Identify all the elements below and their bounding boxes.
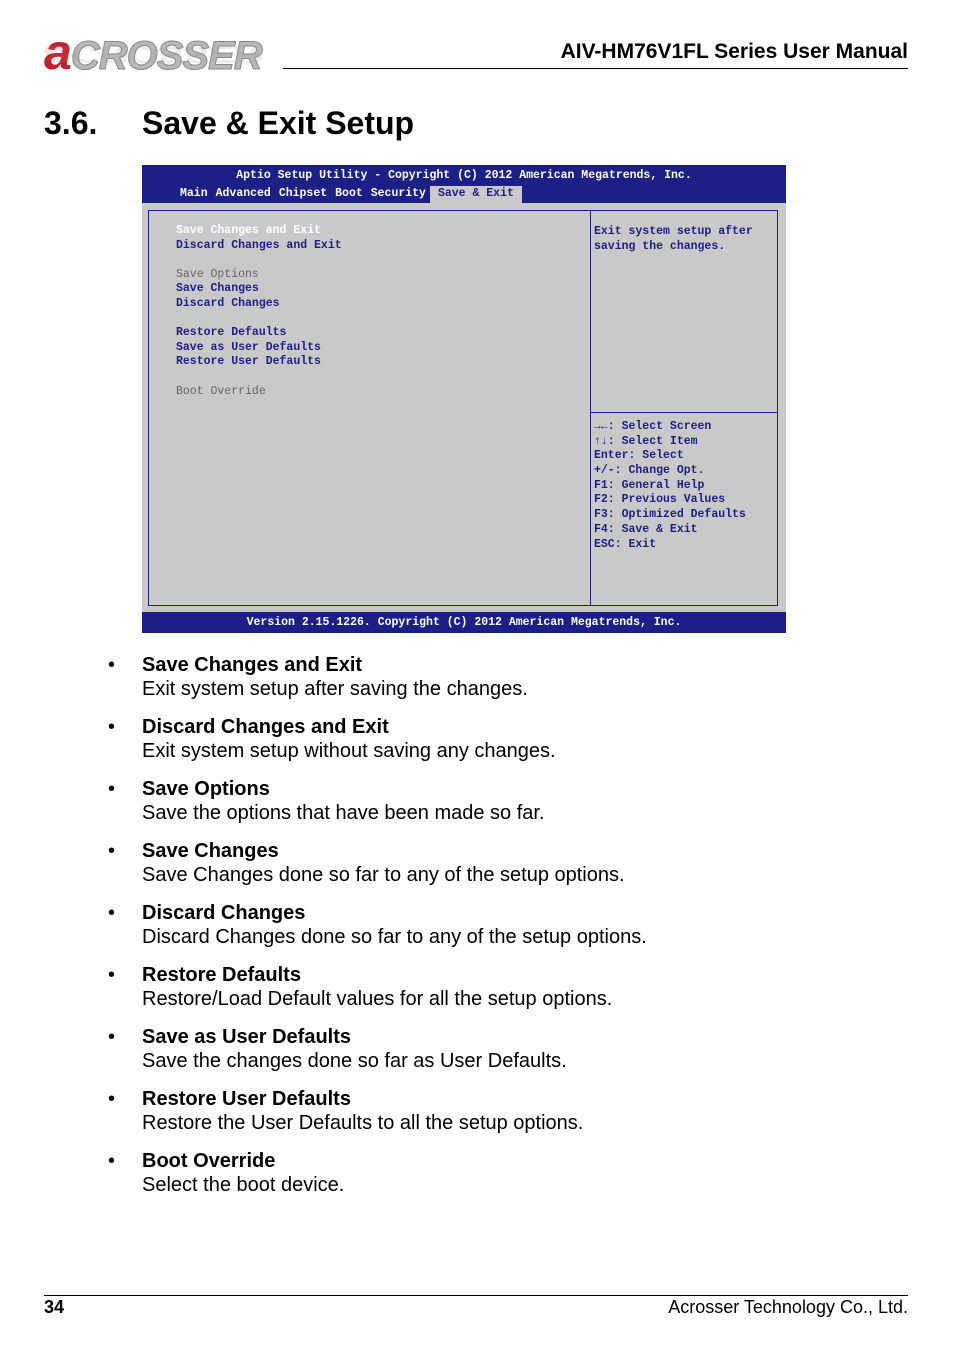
bullet: • — [108, 840, 116, 862]
item-title: Restore Defaults — [142, 964, 301, 986]
key-select-screen: →←: Select Screen — [594, 420, 712, 433]
item-title: Save Changes and Exit — [142, 654, 363, 676]
menu-discard-changes[interactable]: Discard Changes — [176, 297, 342, 312]
acrosser-logo: aCROSSER aCROSSER — [44, 27, 274, 100]
bullet: • — [108, 1150, 116, 1172]
bullet: • — [108, 778, 116, 800]
menu-group-save-options: Save Options — [176, 267, 259, 281]
key-select-item: ↑↓: Select Item — [594, 434, 698, 448]
manual-title: AIV-HM76V1FL Series User Manual — [560, 40, 908, 63]
item-description: Exit system setup without saving any cha… — [142, 740, 556, 762]
menu-save-changes-and-exit[interactable]: Save Changes and Exit — [176, 224, 342, 239]
list-item: • Save Changes Save Changes done so far … — [108, 839, 888, 901]
item-description: Save the changes done so far as User Def… — [142, 1050, 567, 1072]
company-name: Acrosser Technology Co., Ltd. — [668, 1297, 908, 1317]
key-enter-select: Enter: Select — [594, 449, 684, 463]
bullet: • — [108, 1088, 116, 1110]
bios-help-text: Exit system setup after saving the chang… — [594, 225, 753, 253]
panel-divider-horizontal — [591, 412, 777, 413]
bullet: • — [108, 1026, 116, 1048]
item-title: Save as User Defaults — [142, 1026, 352, 1048]
logo-reflection: aCROSSER — [44, 40, 262, 74]
key-f4-save-exit: F4: Save & Exit — [594, 522, 698, 536]
footer-rule — [44, 1295, 908, 1296]
menu-restore-defaults[interactable]: Restore Defaults — [176, 326, 342, 341]
item-title: Boot Override — [142, 1150, 276, 1172]
menu-discard-changes-and-exit[interactable]: Discard Changes and Exit — [176, 239, 342, 254]
item-description: Select the boot device. — [142, 1174, 345, 1196]
header-rule — [283, 68, 908, 69]
page-number: 34 — [44, 1297, 65, 1317]
bios-title-bar: Aptio Setup Utility - Copyright (C) 2012… — [142, 165, 786, 203]
option-descriptions: • Save Changes and Exit Exit system setu… — [108, 653, 888, 1211]
item-description: Restore the User Defaults to all the set… — [142, 1112, 584, 1134]
list-item: • Discard Changes Discard Changes done s… — [108, 901, 888, 963]
bios-screenshot: Aptio Setup Utility - Copyright (C) 2012… — [142, 165, 786, 633]
list-item: • Restore User Defaults Restore the User… — [108, 1087, 888, 1149]
bios-menu: Save Changes and Exit Discard Changes an… — [176, 224, 342, 399]
tab-save-exit[interactable]: Save & Exit — [429, 186, 522, 203]
bullet: • — [108, 902, 116, 924]
bios-key-legend: →←: Select Screen ↑↓: Select Item Enter:… — [594, 420, 746, 552]
section-heading: 3.6. Save & Exit Setup — [44, 105, 414, 142]
list-item: • Save Options Save the options that hav… — [108, 777, 888, 839]
key-change-opt: +/-: Change Opt. — [594, 464, 705, 478]
key-f1-help: F1: General Help — [594, 478, 705, 492]
bios-version-bar: Version 2.15.1226. Copyright (C) 2012 Am… — [142, 612, 786, 633]
list-item: • Restore Defaults Restore/Load Default … — [108, 963, 888, 1025]
bullet: • — [108, 654, 116, 676]
menu-restore-user-defaults[interactable]: Restore User Defaults — [176, 355, 342, 370]
item-description: Save the options that have been made so … — [142, 802, 545, 824]
tab-boot[interactable]: Boot — [331, 186, 367, 203]
item-title: Save Options — [142, 778, 270, 800]
section-number: 3.6. — [44, 105, 98, 141]
list-item: • Boot Override Select the boot device. — [108, 1149, 888, 1211]
item-title: Discard Changes and Exit — [142, 716, 389, 738]
item-title: Save Changes — [142, 840, 279, 862]
bios-utility-title: Aptio Setup Utility - Copyright (C) 2012… — [236, 169, 692, 182]
tab-main[interactable]: Main — [176, 186, 212, 203]
menu-group-boot-override: Boot Override — [176, 384, 266, 398]
list-item: • Save as User Defaults Save the changes… — [108, 1025, 888, 1087]
menu-save-as-user-defaults[interactable]: Save as User Defaults — [176, 341, 342, 356]
tab-security[interactable]: Security — [367, 186, 430, 203]
tab-advanced[interactable]: Advanced — [212, 186, 275, 203]
bullet: • — [108, 964, 116, 986]
item-description: Discard Changes done so far to any of th… — [142, 926, 647, 948]
item-title: Restore User Defaults — [142, 1088, 351, 1110]
bios-main-panel: Save Changes and Exit Discard Changes an… — [148, 210, 778, 606]
menu-save-changes[interactable]: Save Changes — [176, 282, 342, 297]
tab-chipset[interactable]: Chipset — [275, 186, 331, 203]
list-item: • Save Changes and Exit Exit system setu… — [108, 653, 888, 715]
list-item: • Discard Changes and Exit Exit system s… — [108, 715, 888, 777]
item-description: Exit system setup after saving the chang… — [142, 678, 528, 700]
bios-tab-bar: Main Advanced Chipset Boot Security Save… — [176, 186, 522, 203]
item-description: Save Changes done so far to any of the s… — [142, 864, 625, 886]
item-description: Restore/Load Default values for all the … — [142, 988, 613, 1010]
key-f2-previous: F2: Previous Values — [594, 493, 726, 507]
section-title: Save & Exit Setup — [142, 105, 415, 141]
panel-divider-vertical — [590, 211, 591, 605]
item-title: Discard Changes — [142, 902, 306, 924]
key-f3-optimized: F3: Optimized Defaults — [594, 508, 746, 522]
key-esc-exit: ESC: Exit — [594, 537, 657, 551]
bullet: • — [108, 716, 116, 738]
